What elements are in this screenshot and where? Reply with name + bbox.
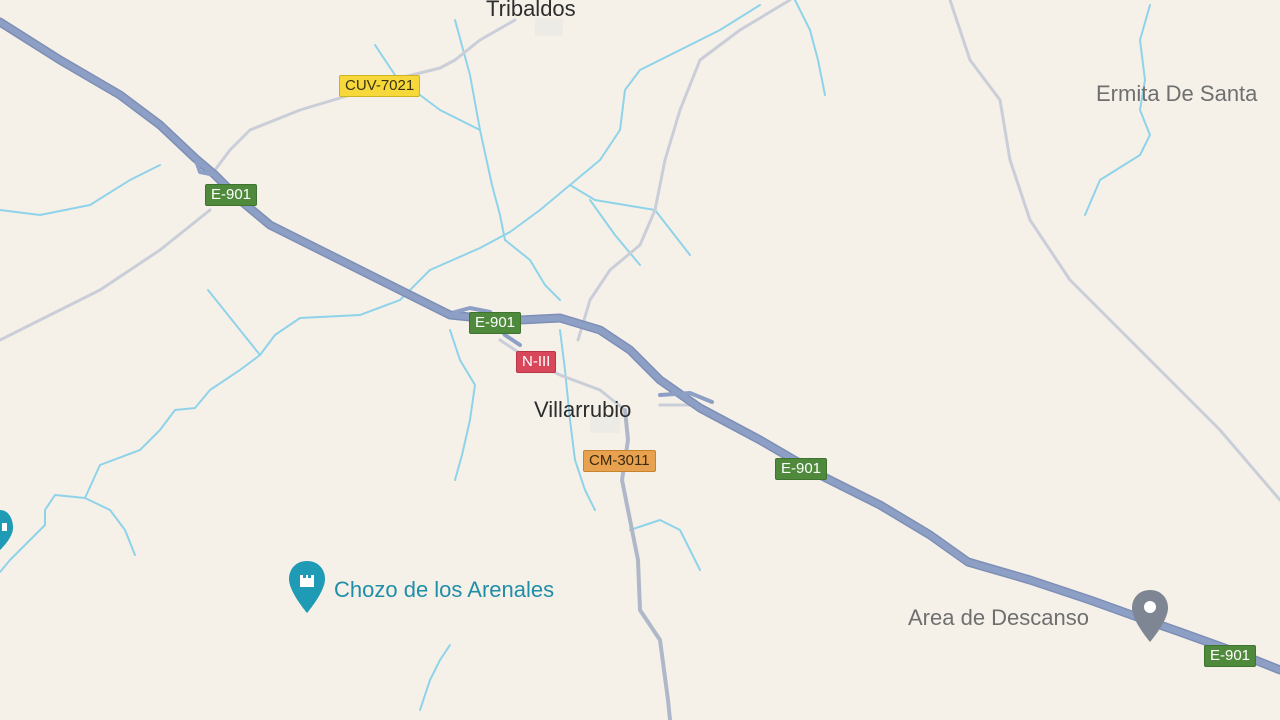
poi-label-chozo[interactable]: Chozo de los Arenales xyxy=(334,577,554,603)
place-label-villarrubio[interactable]: Villarrubio xyxy=(534,397,631,423)
road-shield-n3: N-III xyxy=(516,351,557,373)
place-label-ermita[interactable]: Ermita De Santa xyxy=(1096,81,1257,107)
tower-marker-icon[interactable] xyxy=(287,559,327,615)
road-shield-e901: E-901 xyxy=(775,458,828,480)
road-shield-e901: E-901 xyxy=(1204,645,1257,667)
local-roads xyxy=(0,0,1280,502)
poi-label-area-descanso[interactable]: Area de Descanso xyxy=(908,605,1089,631)
road-shield-cuv7021: CUV-7021 xyxy=(339,75,421,97)
road-shield-cm3011: CM-3011 xyxy=(583,450,656,472)
place-label-tribaldos[interactable]: Tribaldos xyxy=(486,0,576,22)
road-shield-e901: E-901 xyxy=(205,184,258,206)
road-shield-e901: E-901 xyxy=(469,312,522,334)
location-pin-icon[interactable] xyxy=(1130,588,1170,644)
partial-marker-icon[interactable] xyxy=(0,508,14,552)
